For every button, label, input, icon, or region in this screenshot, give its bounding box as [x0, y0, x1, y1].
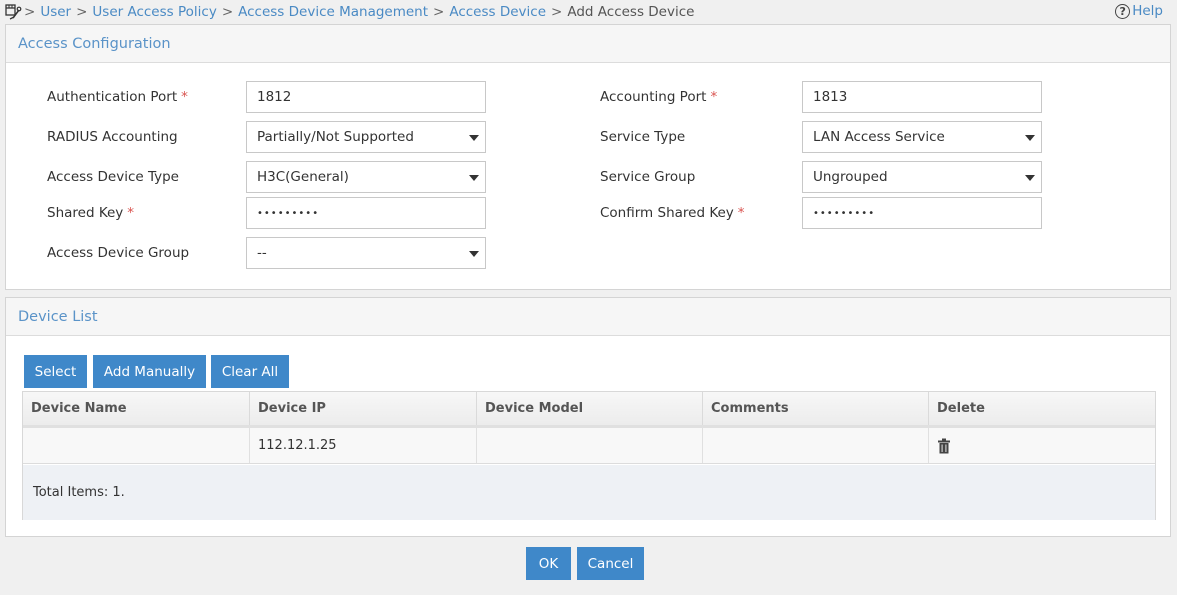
service-type-label: Service Type [600, 129, 686, 145]
help-label: Help [1132, 3, 1163, 19]
clear-all-button[interactable]: Clear All [211, 355, 289, 388]
access-configuration-panel: Access Configuration Authentication Port… [5, 24, 1171, 290]
auth-port-input[interactable]: 1812 [246, 81, 486, 113]
chevron-down-icon [469, 135, 479, 141]
breadcrumb-separator: > [24, 4, 36, 20]
breadcrumb-bar: > User > User Access Policy > Access Dev… [0, 0, 1177, 24]
question-circle-icon: ? [1115, 3, 1131, 19]
access-device-type-value: H3C(General) [257, 169, 349, 185]
confirm-shared-key-input[interactable]: ••••••••• [802, 197, 1042, 229]
breadcrumb-access-device[interactable]: Access Device [449, 4, 546, 20]
auth-port-label: Authentication Port * [47, 89, 188, 105]
column-header-comments[interactable]: Comments [703, 392, 929, 425]
cell-delete [929, 428, 1155, 463]
access-device-type-select[interactable]: H3C(General) [246, 161, 486, 193]
navigation-icon [5, 4, 22, 20]
breadcrumb-current-page: Add Access Device [567, 4, 695, 20]
cancel-button[interactable]: Cancel [577, 547, 644, 580]
breadcrumb-separator: > [221, 4, 234, 20]
access-device-group-value: -- [257, 245, 267, 261]
chevron-down-icon [469, 175, 479, 181]
add-manually-button[interactable]: Add Manually [93, 355, 206, 388]
breadcrumb-user-access-policy[interactable]: User Access Policy [92, 4, 216, 20]
radius-accounting-value: Partially/Not Supported [257, 129, 414, 145]
cell-comments [703, 428, 929, 463]
breadcrumb-separator: > [433, 4, 445, 20]
radius-accounting-label: RADIUS Accounting [47, 129, 178, 145]
confirm-shared-key-label: Confirm Shared Key * [600, 205, 745, 221]
required-mark: * [710, 89, 718, 105]
access-device-group-select[interactable]: -- [246, 237, 486, 269]
required-mark: * [127, 205, 135, 221]
breadcrumb-separator: > [551, 4, 563, 20]
cell-device-ip: 112.12.1.25 [250, 428, 477, 463]
shared-key-input[interactable]: ••••••••• [246, 197, 486, 229]
column-header-device-model[interactable]: Device Model [477, 392, 703, 425]
breadcrumb-access-device-management[interactable]: Access Device Management [238, 4, 428, 20]
acct-port-input[interactable]: 1813 [802, 81, 1042, 113]
required-mark: * [181, 89, 188, 105]
access-device-type-label: Access Device Type [47, 169, 179, 185]
service-group-value: Ungrouped [813, 169, 888, 185]
select-button[interactable]: Select [24, 355, 87, 388]
help-link[interactable]: ? Help [1115, 3, 1163, 19]
required-mark: * [737, 205, 745, 221]
shared-key-label: Shared Key * [47, 205, 135, 221]
service-type-select[interactable]: LAN Access Service [802, 121, 1042, 153]
cell-device-name [23, 428, 250, 463]
panel-title: Access Configuration [6, 25, 1170, 63]
service-type-value: LAN Access Service [813, 129, 945, 145]
trash-icon[interactable] [937, 438, 951, 454]
table-row: 112.12.1.25 [23, 428, 1155, 464]
breadcrumb-separator: > [76, 4, 88, 20]
cell-device-model [477, 428, 703, 463]
chevron-down-icon [1025, 175, 1035, 181]
device-list-panel: Device List Select Add Manually Clear Al… [5, 297, 1171, 537]
radius-accounting-select[interactable]: Partially/Not Supported [246, 121, 486, 153]
column-header-device-ip[interactable]: Device IP [250, 392, 477, 425]
table-header: Device Name Device IP Device Model Comme… [23, 392, 1155, 428]
table-footer-total: Total Items: 1. [23, 465, 1155, 520]
breadcrumb-user[interactable]: User [40, 4, 71, 20]
column-header-delete: Delete [937, 401, 985, 416]
chevron-down-icon [1025, 135, 1035, 141]
breadcrumb: > User > User Access Policy > Access Dev… [0, 3, 694, 21]
service-group-label: Service Group [600, 169, 696, 185]
ok-button[interactable]: OK [526, 547, 571, 580]
access-device-group-label: Access Device Group [47, 245, 190, 261]
chevron-down-icon [469, 251, 479, 257]
acct-port-label: Accounting Port * [600, 89, 718, 105]
device-table: Device Name Device IP Device Model Comme… [22, 391, 1156, 520]
service-group-select[interactable]: Ungrouped [802, 161, 1042, 193]
panel-title: Device List [6, 298, 1170, 336]
column-header-device-name[interactable]: Device Name [23, 392, 250, 425]
